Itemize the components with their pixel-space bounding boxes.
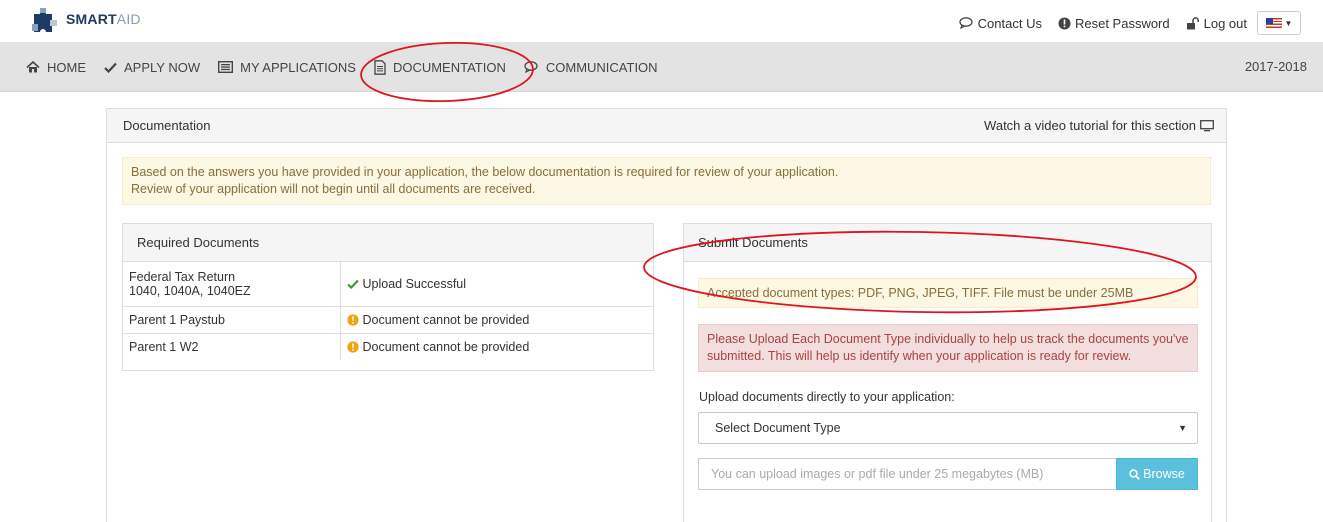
document-status-cell: Document cannot be provided <box>340 306 653 334</box>
top-links: Contact Us Reset Password Log out ▼ <box>943 11 1301 35</box>
upload-individually-warning: Please Upload Each Document Type individ… <box>698 324 1198 372</box>
academic-year: 2017-2018 <box>1244 59 1307 74</box>
browse-button[interactable]: Browse <box>1116 458 1198 490</box>
video-tutorial-link[interactable]: Watch a video tutorial for this section <box>984 118 1214 133</box>
submit-documents-title: Submit Documents <box>684 224 1211 262</box>
status-warning: Document cannot be provided <box>346 312 648 327</box>
file-path-input[interactable] <box>698 458 1116 490</box>
nav-home[interactable]: HOME <box>26 60 86 75</box>
status-warning: Document cannot be provided <box>346 339 648 354</box>
unlock-icon <box>1186 16 1200 30</box>
brand-name-bold: SMART <box>66 11 117 27</box>
nav-my-applications-label: MY APPLICATIONS <box>240 59 356 75</box>
search-icon <box>1129 468 1140 480</box>
us-flag-icon <box>1265 18 1282 28</box>
warning-line-1: Please Upload Each Document Type individ… <box>707 332 1189 346</box>
exclamation-circle-icon <box>346 341 359 353</box>
contact-us-link[interactable]: Contact Us <box>959 16 1042 31</box>
log-out-label: Log out <box>1203 15 1247 31</box>
nav-communication[interactable]: COMMUNICATION <box>524 60 658 75</box>
caret-down-icon: ▼ <box>1284 18 1293 28</box>
accepted-types-notice: Accepted document types: PDF, PNG, JPEG,… <box>698 278 1198 308</box>
file-upload-row: Browse <box>698 458 1198 490</box>
table-row: Parent 1 Paystub Document cannot be prov… <box>123 306 653 334</box>
status-label: Document cannot be provided <box>362 312 530 327</box>
chat-icon <box>959 17 974 29</box>
document-name: Parent 1 Paystub <box>129 312 225 327</box>
required-documents-table: Federal Tax Return 1040, 1040A, 1040EZ U… <box>123 262 653 360</box>
brand-name-light: AID <box>116 11 141 27</box>
info-circle-icon <box>1058 17 1071 30</box>
reset-password-label: Reset Password <box>1074 15 1170 31</box>
contact-us-label: Contact Us <box>977 15 1042 31</box>
document-name-cell: Parent 1 Paystub <box>123 306 341 334</box>
notice-line-1: Based on the answers you have provided i… <box>131 165 839 179</box>
document-name-cell: Parent 1 W2 <box>123 333 341 360</box>
document-subtitle: 1040, 1040A, 1040EZ <box>129 283 251 298</box>
table-row: Parent 1 W2 Document cannot be provided <box>123 333 653 360</box>
required-documents-panel: Required Documents Federal Tax Return 10… <box>122 223 654 371</box>
list-icon <box>218 61 234 73</box>
status-label: Document cannot be provided <box>362 339 530 354</box>
puzzle-logo-icon <box>30 4 60 34</box>
brand-name: SMARTAID <box>66 11 141 27</box>
status-success: Upload Successful <box>346 276 648 291</box>
panel-header: Documentation Watch a video tutorial for… <box>107 109 1226 143</box>
warning-line-2: submitted. This will help us identify wh… <box>707 349 1132 363</box>
main-nav: HOME APPLY NOW MY APPLICATIONS DOCUMENTA… <box>26 42 676 92</box>
nav-apply-now-label: APPLY NOW <box>124 59 201 75</box>
chat-icon <box>524 61 539 73</box>
document-icon <box>374 59 386 75</box>
reset-password-link[interactable]: Reset Password <box>1058 16 1170 31</box>
nav-my-applications[interactable]: MY APPLICATIONS <box>218 60 356 75</box>
exclamation-circle-icon <box>346 313 359 326</box>
document-type-select[interactable]: Select Document Type ▼ <box>698 412 1198 444</box>
log-out-link[interactable]: Log out <box>1186 16 1247 31</box>
document-status-cell: Upload Successful <box>340 262 653 307</box>
document-name: Federal Tax Return <box>129 269 236 284</box>
upload-label: Upload documents directly to your applic… <box>699 390 955 404</box>
smartaid-logo[interactable]: SMARTAID <box>30 4 141 34</box>
document-type-value: Select Document Type <box>715 421 841 435</box>
language-dropdown[interactable]: ▼ <box>1257 11 1301 35</box>
nav-home-label: HOME <box>47 59 86 75</box>
required-documents-title: Required Documents <box>123 224 653 262</box>
monitor-icon <box>1200 119 1214 132</box>
check-icon <box>104 62 117 73</box>
main-nav-bar: HOME APPLY NOW MY APPLICATIONS DOCUMENTA… <box>0 42 1323 92</box>
browse-label: Browse <box>1143 467 1185 481</box>
home-icon <box>26 61 40 73</box>
nav-documentation-label: DOCUMENTATION <box>392 59 506 75</box>
check-icon <box>346 279 359 289</box>
document-name: Parent 1 W2 <box>129 339 199 354</box>
documentation-panel: Documentation Watch a video tutorial for… <box>106 108 1227 522</box>
document-name-cell: Federal Tax Return 1040, 1040A, 1040EZ <box>123 262 341 307</box>
video-tutorial-label: Watch a video tutorial for this section <box>984 118 1196 133</box>
nav-communication-label: COMMUNICATION <box>545 59 658 75</box>
panel-title: Documentation <box>123 118 211 133</box>
caret-down-icon: ▼ <box>1178 423 1187 433</box>
nav-documentation[interactable]: DOCUMENTATION <box>374 60 506 75</box>
documentation-notice: Based on the answers you have provided i… <box>122 157 1211 205</box>
submit-documents-panel: Submit Documents Accepted document types… <box>683 223 1212 522</box>
top-bar: SMARTAID Contact Us Reset Password Log o… <box>0 0 1323 42</box>
status-label: Upload Successful <box>362 276 467 291</box>
notice-line-2: Review of your application will not begi… <box>131 182 536 196</box>
document-status-cell: Document cannot be provided <box>340 333 653 360</box>
nav-apply-now[interactable]: APPLY NOW <box>104 60 200 75</box>
table-row: Federal Tax Return 1040, 1040A, 1040EZ U… <box>123 262 653 307</box>
